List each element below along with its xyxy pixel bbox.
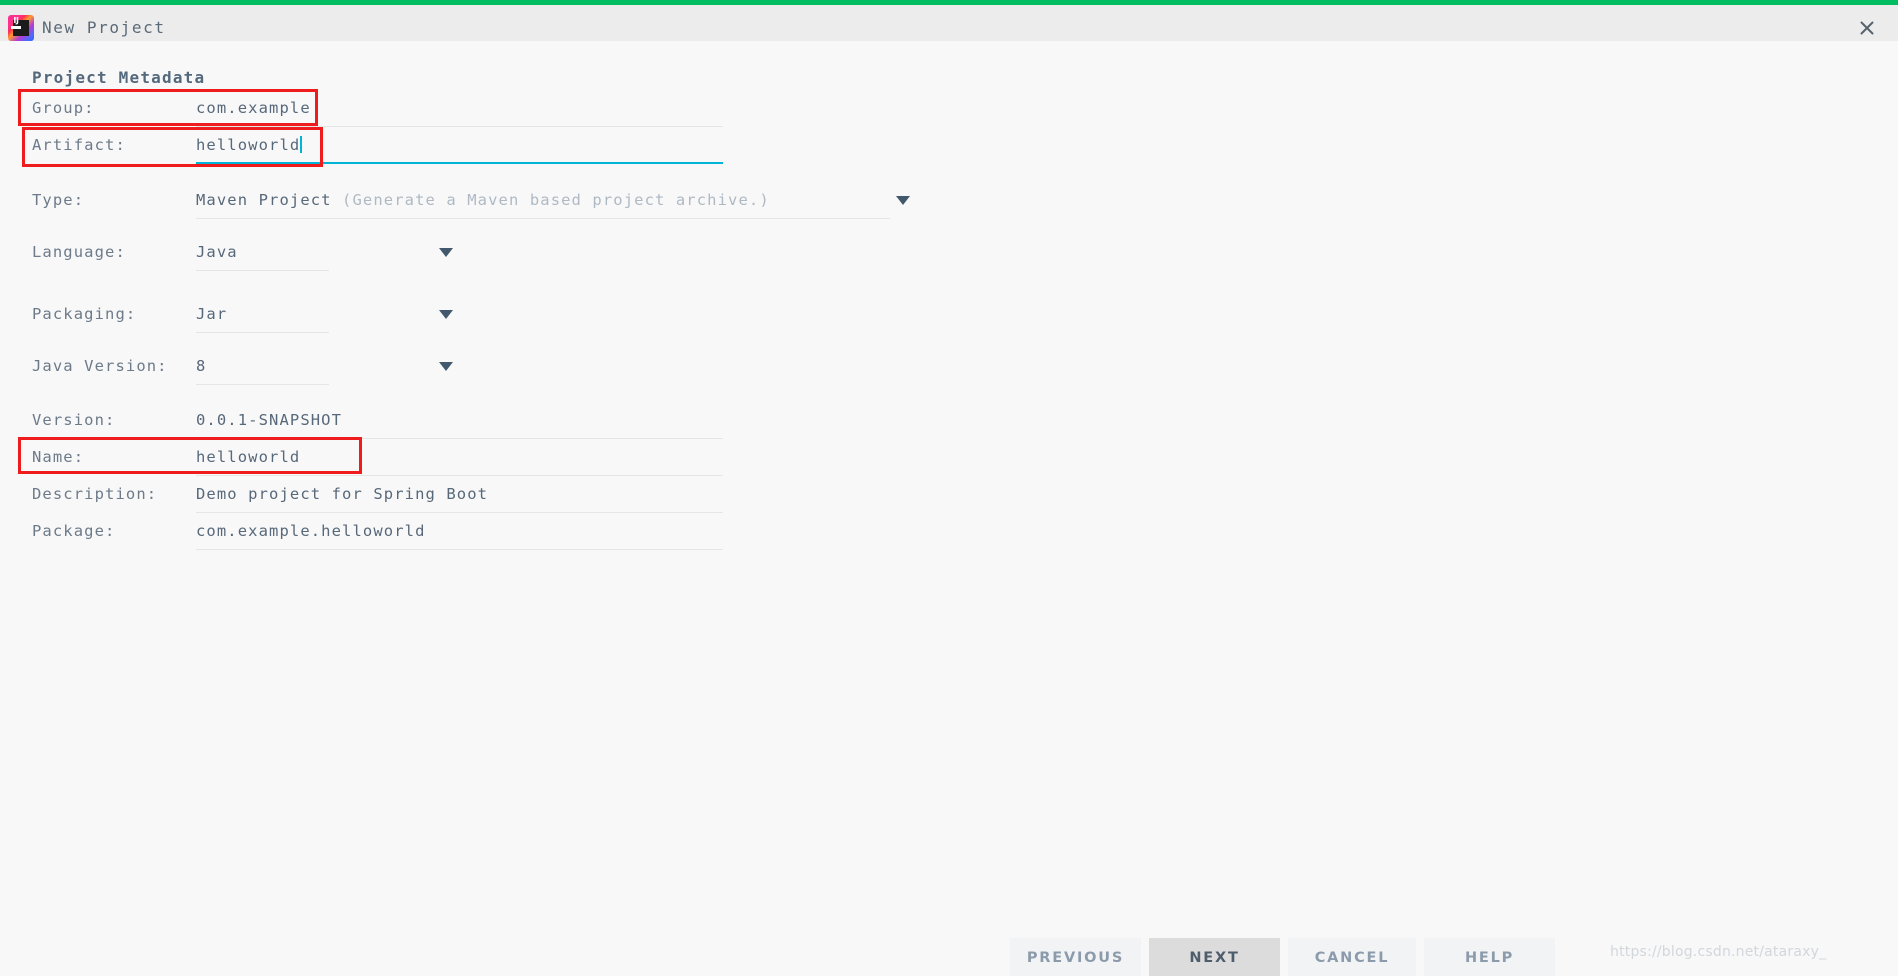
- focus-underline: [196, 161, 723, 164]
- title-bar: IJ New Project: [0, 5, 1898, 41]
- dropdown-value[interactable]: 8: [196, 347, 206, 385]
- form-row-package: Package: com.example.helloworld: [0, 512, 900, 550]
- form-row-artifact: Artifact: helloworld: [0, 126, 900, 164]
- field-hint: (Generate a Maven based project archive.…: [331, 191, 770, 209]
- field-underline: [196, 270, 329, 271]
- form-row-version: Version: 0.0.1-SNAPSHOT: [0, 401, 900, 439]
- form-row-language: Language: Java: [0, 233, 900, 271]
- field-label: Group:: [32, 99, 95, 117]
- form-row-description: Description: Demo project for Spring Boot: [0, 475, 900, 513]
- text-field-value[interactable]: com.example.helloworld: [196, 512, 426, 550]
- field-underline: [196, 332, 329, 333]
- chevron-down-icon[interactable]: [896, 181, 910, 219]
- text-cursor: [300, 136, 303, 153]
- chevron-down-icon[interactable]: [439, 295, 453, 333]
- field-underline: [196, 549, 723, 550]
- field-label: Packaging:: [32, 305, 137, 323]
- next-button[interactable]: NEXT: [1149, 938, 1280, 976]
- watermark: https://blog.csdn.net/ataraxy_: [1610, 944, 1827, 960]
- field-label: Version:: [32, 411, 116, 429]
- chevron-down-icon[interactable]: [439, 233, 453, 271]
- new-project-dialog: IJ New Project Project Metadata Group: co…: [0, 0, 1898, 976]
- text-field-value[interactable]: 0.0.1-SNAPSHOT: [196, 401, 342, 439]
- text-field-value[interactable]: helloworld: [196, 438, 300, 476]
- field-label: Name:: [32, 448, 85, 466]
- form-row-type: Type: Maven Project (Generate a Maven bas…: [0, 181, 910, 219]
- text-field-value[interactable]: Demo project for Spring Boot: [196, 475, 488, 513]
- field-label: Artifact:: [32, 136, 126, 154]
- form-row-packaging: Packaging: Jar: [0, 295, 900, 333]
- dropdown-value[interactable]: Jar: [196, 295, 227, 333]
- form-content: Project Metadata Group: com.example Artifa…: [0, 41, 1898, 976]
- dropdown-value[interactable]: Maven Project (Generate a Maven based pr…: [196, 181, 770, 219]
- text-field-value[interactable]: helloworld: [196, 126, 303, 164]
- dropdown-value[interactable]: Java: [196, 233, 238, 271]
- form-row-javaversion: Java Version: 8: [0, 347, 900, 385]
- section-title: Project Metadata: [32, 68, 206, 87]
- intellij-idea-logo-icon: IJ: [8, 15, 34, 41]
- field-label: Java Version:: [32, 357, 168, 375]
- field-label: Type:: [32, 191, 85, 209]
- field-underline: [196, 384, 329, 385]
- form-row-name: Name: helloworld: [0, 438, 900, 476]
- cancel-button[interactable]: CANCEL: [1288, 938, 1416, 976]
- field-underline: [196, 218, 890, 219]
- field-label: Language:: [32, 243, 126, 261]
- previous-button[interactable]: PREVIOUS: [1010, 938, 1141, 976]
- field-label: Description:: [32, 485, 158, 503]
- chevron-down-icon[interactable]: [439, 347, 453, 385]
- field-label: Package:: [32, 522, 116, 540]
- form-row-group: Group: com.example: [0, 89, 900, 127]
- text-field-value[interactable]: com.example: [196, 89, 311, 127]
- help-button[interactable]: HELP: [1424, 938, 1555, 976]
